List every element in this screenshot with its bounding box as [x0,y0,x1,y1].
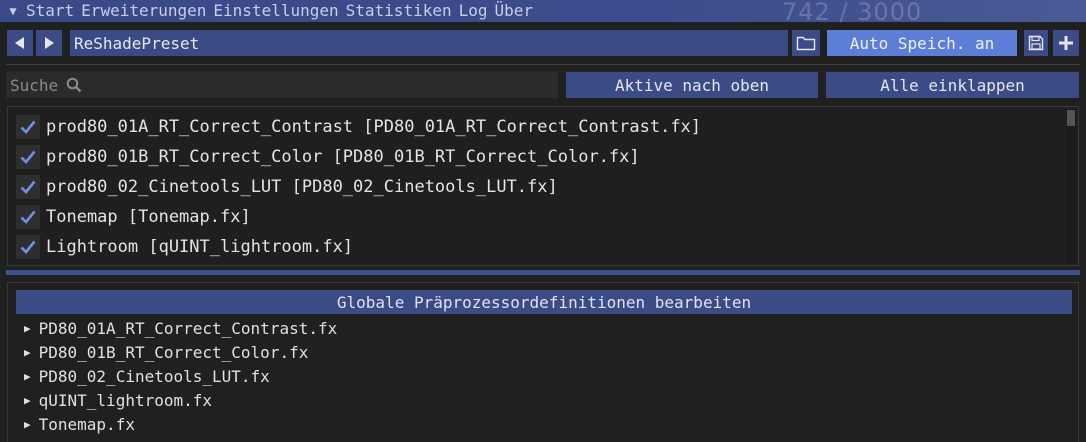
checkmark-icon [20,180,36,194]
expand-arrow-icon: ▶ [24,321,31,335]
previous-preset-button[interactable] [7,30,33,56]
effect-label: prod80_02_Cinetools_LUT [PD80_02_Cinetoo… [46,177,558,197]
effect-checkbox[interactable] [16,145,40,169]
collapse-all-label: Alle einklappen [880,75,1025,95]
effect-checkbox[interactable] [16,235,40,259]
checkmark-icon [20,240,36,254]
save-preset-button[interactable] [1024,30,1048,56]
file-tree-item[interactable]: ▶ PD80_01B_RT_Correct_Color.fx [24,341,308,363]
file-tree-item[interactable]: ▶ PD80_02_Cinetools_LUT.fx [24,365,270,387]
effect-row[interactable]: prod80_02_Cinetools_LUT [PD80_02_Cinetoo… [16,175,558,199]
active-to-top-button[interactable]: Aktive nach oben [566,72,818,98]
folder-icon [796,36,816,51]
checkmark-icon [20,150,36,164]
effect-row[interactable]: Lightroom [qUINT_lightroom.fx] [16,235,353,259]
effect-row[interactable]: prod80_01A_RT_Correct_Contrast [PD80_01A… [16,115,701,139]
divider [6,64,1080,65]
file-name: PD80_01B_RT_Correct_Color.fx [38,342,309,362]
effect-checkbox[interactable] [16,115,40,139]
expand-arrow-icon: ▶ [24,417,31,431]
plus-icon [1059,36,1073,50]
checkmark-icon [20,120,36,134]
search-icon [66,77,82,93]
effect-checkbox[interactable] [16,205,40,229]
effect-row[interactable]: prod80_01B_RT_Correct_Color [PD80_01B_RT… [16,145,640,169]
menu-about[interactable]: Über [495,0,541,22]
menu-bar: ▼ Start Erweiterungen Einstellungen Stat… [0,0,1086,26]
search-input[interactable]: Suche [6,72,558,98]
preset-name: ReShadePreset [74,33,200,53]
effect-label: prod80_01B_RT_Correct_Color [PD80_01B_RT… [46,147,640,167]
menu-statistics[interactable]: Statistiken [346,0,459,22]
preset-row: ReShadePreset Auto Speich. an [0,30,1086,56]
file-tree-item[interactable]: ▶ Tonemap.fx [24,413,135,435]
collapse-toggle-icon[interactable]: ▼ [0,0,26,22]
file-tree-item[interactable]: ▶ PD80_01A_RT_Correct_Contrast.fx [24,317,337,339]
menu-settings[interactable]: Einstellungen [213,0,345,22]
browse-preset-button[interactable] [792,30,820,56]
effect-label: Tonemap [Tonemap.fx] [46,207,251,227]
preprocessor-panel: Globale Präprozessordefinitionen bearbei… [7,282,1079,442]
menu-start[interactable]: Start [26,0,81,22]
expand-arrow-icon: ▶ [24,393,31,407]
effect-label: prod80_01A_RT_Correct_Contrast [PD80_01A… [46,117,702,137]
file-tree-item[interactable]: ▶ qUINT_lightroom.fx [24,389,212,411]
effect-label: Lightroom [qUINT_lightroom.fx] [46,237,354,257]
panel-splitter[interactable] [6,270,1080,275]
active-to-top-label: Aktive nach oben [614,75,770,95]
effects-scrollbar[interactable] [1066,109,1076,263]
auto-save-label: Auto Speich. an [849,33,995,53]
floppy-disk-icon [1028,35,1044,51]
preprocessor-header-label: Globale Präprozessordefinitionen bearbei… [336,292,752,312]
file-name: qUINT_lightroom.fx [38,390,213,410]
auto-save-button[interactable]: Auto Speich. an [827,30,1017,56]
menu-log[interactable]: Log [459,0,495,22]
search-placeholder: Suche [10,75,59,95]
effects-list: prod80_01A_RT_Correct_Contrast [PD80_01A… [7,106,1079,266]
effect-row[interactable]: Tonemap [Tonemap.fx] [16,205,251,229]
arrow-left-icon [15,37,24,49]
preprocessor-header[interactable]: Globale Präprozessordefinitionen bearbei… [16,290,1072,314]
effects-scrollbar-thumb[interactable] [1067,110,1075,126]
arrow-right-icon [45,37,54,49]
add-preset-button[interactable] [1053,30,1079,56]
expand-arrow-icon: ▶ [24,369,31,383]
effect-checkbox[interactable] [16,175,40,199]
expand-arrow-icon: ▶ [24,345,31,359]
next-preset-button[interactable] [36,30,62,56]
file-name: PD80_01A_RT_Correct_Contrast.fx [38,318,338,338]
overlay-counter: 742 / 3000 [782,0,923,26]
collapse-all-button[interactable]: Alle einklappen [826,72,1079,98]
preset-name-field[interactable]: ReShadePreset [70,30,788,56]
menu-extensions[interactable]: Erweiterungen [81,0,213,22]
checkmark-icon [20,210,36,224]
file-name: PD80_02_Cinetools_LUT.fx [38,366,270,386]
file-name: Tonemap.fx [38,414,135,434]
